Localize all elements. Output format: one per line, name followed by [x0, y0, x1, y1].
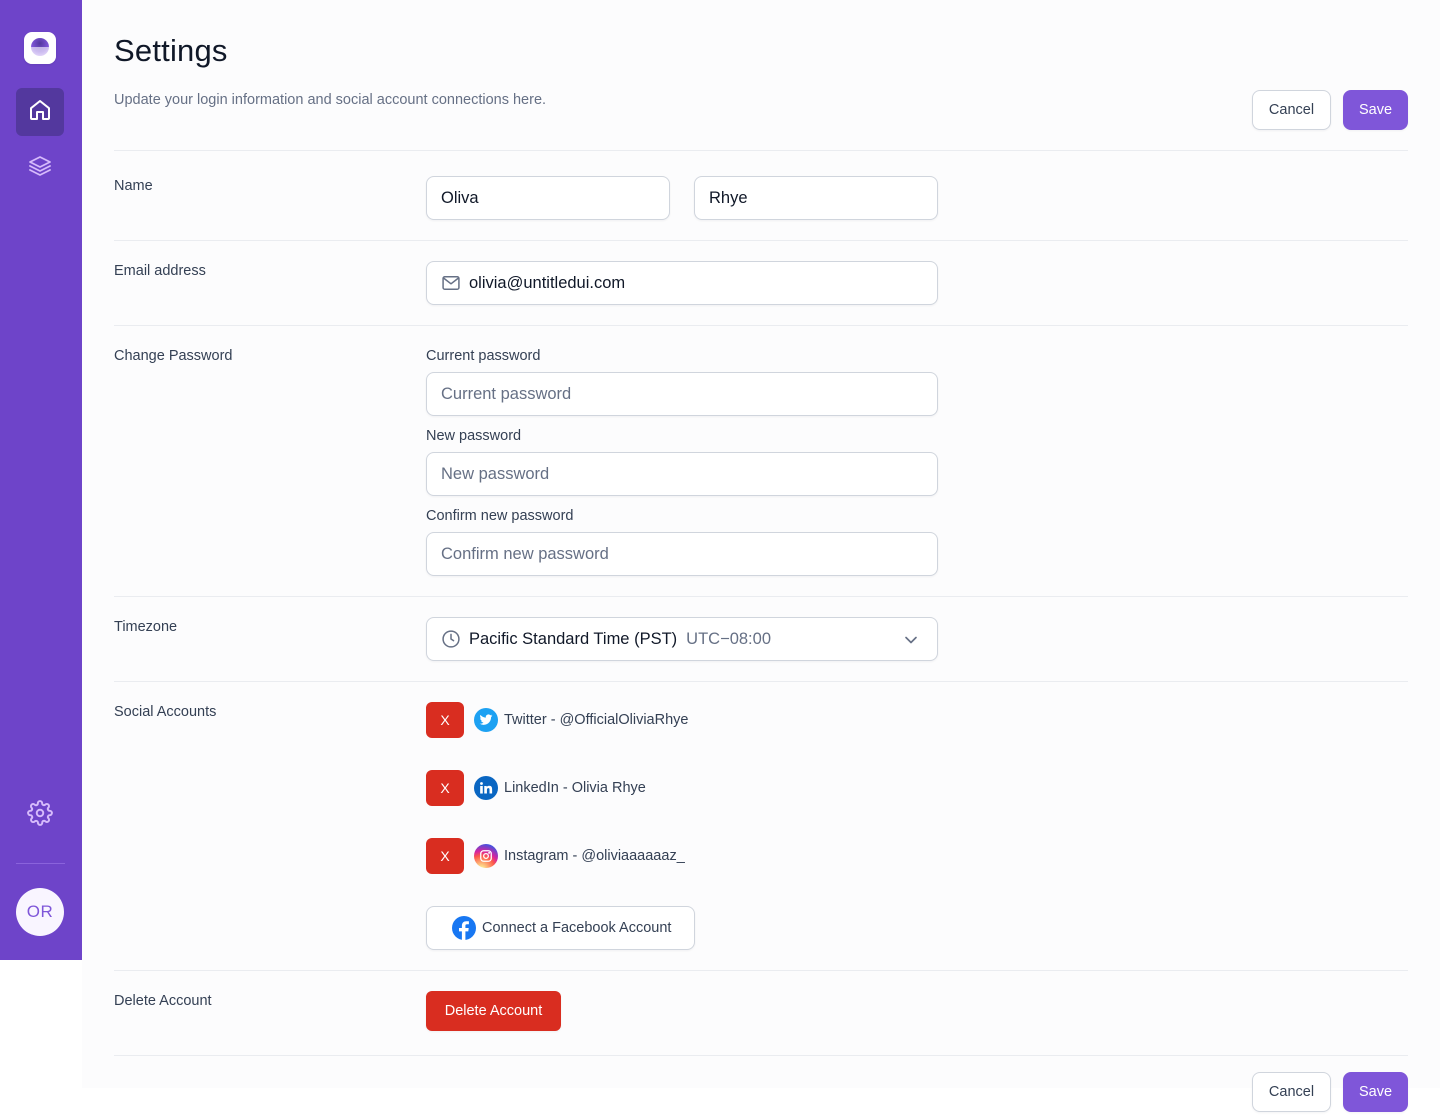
sidebar: OR: [0, 0, 82, 960]
sidebar-divider: [16, 863, 65, 864]
email-field[interactable]: olivia@untitledui.com: [426, 261, 938, 305]
linkedin-account-text: LinkedIn - Olivia Rhye: [504, 780, 646, 796]
email-label: Email address: [114, 263, 206, 279]
remove-twitter-button[interactable]: X: [426, 702, 464, 738]
last-name-value: Rhye: [709, 188, 748, 207]
delete-account-label: Delete Account: [114, 993, 212, 1009]
timezone-value: Pacific Standard Time (PST): [469, 629, 678, 648]
new-password-input[interactable]: New password: [426, 452, 938, 496]
first-name-input[interactable]: Oliva: [426, 176, 670, 220]
cancel-button[interactable]: Cancel: [1252, 90, 1331, 130]
layers-icon: [28, 154, 52, 183]
clock-icon: [441, 629, 461, 649]
section-divider: [114, 325, 1408, 326]
current-password-input[interactable]: Current password: [426, 372, 938, 416]
twitter-icon: [474, 708, 498, 732]
chevron-down-icon: [901, 630, 921, 650]
mail-icon: [441, 273, 461, 293]
social-accounts-label: Social Accounts: [114, 704, 217, 720]
sidebar-item-layers[interactable]: [16, 144, 64, 192]
first-name-value: Oliva: [441, 188, 479, 207]
avatar[interactable]: OR: [16, 888, 64, 936]
facebook-icon: [452, 916, 476, 940]
instagram-icon: [474, 844, 498, 868]
connect-facebook-button[interactable]: Connect a Facebook Account: [426, 906, 695, 950]
settings-main: Settings Update your login information a…: [82, 0, 1440, 1112]
confirm-password-label: Confirm new password: [426, 508, 574, 524]
current-password-label: Current password: [426, 348, 541, 364]
instagram-account-text: Instagram - @oliviaaaaaaz_: [504, 848, 685, 864]
current-password-placeholder: Current password: [441, 384, 572, 403]
page-title: Settings: [114, 33, 228, 68]
remove-instagram-button[interactable]: X: [426, 838, 464, 874]
email-value: olivia@untitledui.com: [469, 273, 626, 292]
footer-save-button[interactable]: Save: [1343, 1072, 1408, 1112]
name-label: Name: [114, 178, 153, 194]
connect-facebook-label: Connect a Facebook Account: [482, 920, 672, 936]
linkedin-icon: [474, 776, 498, 800]
home-icon: [28, 98, 52, 127]
section-divider: [114, 150, 1408, 151]
change-password-label: Change Password: [114, 348, 233, 364]
social-account-linkedin: LinkedIn - Olivia Rhye: [474, 776, 646, 800]
social-account-instagram: Instagram - @oliviaaaaaaz_: [474, 844, 685, 868]
page-subtitle: Update your login information and social…: [114, 92, 547, 108]
sidebar-item-settings[interactable]: [16, 791, 64, 839]
social-account-twitter: Twitter - @OfficialOliviaRhye: [474, 708, 688, 732]
settings-icon: [27, 799, 53, 831]
delete-account-button[interactable]: Delete Account: [426, 991, 561, 1031]
section-divider: [114, 681, 1408, 682]
last-name-input[interactable]: Rhye: [694, 176, 938, 220]
new-password-placeholder: New password: [441, 464, 550, 483]
timezone-select[interactable]: Pacific Standard Time (PST) UTC−08:00: [426, 617, 938, 661]
section-divider: [114, 240, 1408, 241]
app-logo[interactable]: [24, 32, 56, 64]
new-password-label: New password: [426, 428, 522, 444]
timezone-label: Timezone: [114, 619, 178, 635]
section-divider: [114, 1055, 1408, 1056]
save-button[interactable]: Save: [1343, 90, 1408, 130]
confirm-password-input[interactable]: Confirm new password: [426, 532, 938, 576]
remove-linkedin-button[interactable]: X: [426, 770, 464, 806]
section-divider: [114, 596, 1408, 597]
confirm-password-placeholder: Confirm new password: [441, 544, 609, 563]
footer-cancel-button[interactable]: Cancel: [1252, 1072, 1331, 1112]
timezone-offset: UTC−08:00: [686, 629, 771, 648]
sidebar-item-home[interactable]: [16, 88, 64, 136]
twitter-account-text: Twitter - @OfficialOliviaRhye: [504, 712, 689, 728]
section-divider: [114, 970, 1408, 971]
